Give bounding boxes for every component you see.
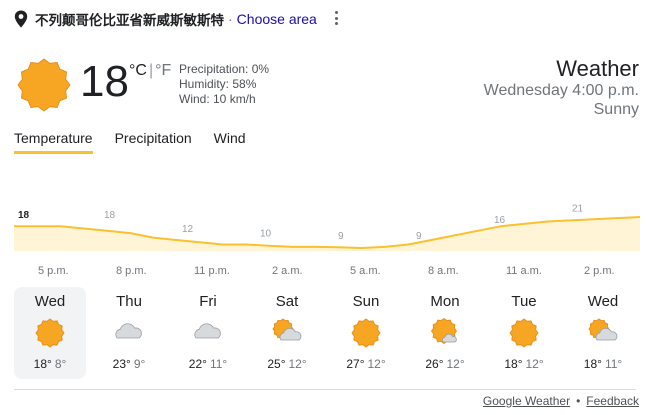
hour-label: 5 a.m. xyxy=(350,265,381,277)
more-options-icon[interactable] xyxy=(330,11,342,27)
day-temperatures: 22° 11° xyxy=(172,357,244,371)
tab-bar: Temperature Precipitation Wind xyxy=(14,130,268,154)
hour-label: 11 p.m. xyxy=(194,265,230,277)
day-card-sat[interactable]: Sat 25° 12° xyxy=(251,287,323,379)
low-temp: 12° xyxy=(288,357,307,371)
footer-divider xyxy=(14,389,636,390)
day-card-mon[interactable]: Mon 26° 12° xyxy=(409,287,481,379)
weather-title: Weather xyxy=(556,56,639,81)
hour-label: 5 p.m. xyxy=(38,265,69,277)
fahrenheit-unit[interactable]: °F xyxy=(155,62,171,79)
day-name: Tue xyxy=(511,293,537,310)
day-temperatures: 23° 9° xyxy=(93,357,165,371)
weather-details: Precipitation: 0% Humidity: 58% Wind: 10… xyxy=(179,62,269,107)
day-name: Sun xyxy=(352,293,380,310)
precipitation-text: Precipitation: 0% xyxy=(179,62,270,76)
temperature-label: 10 xyxy=(260,229,272,240)
hour-label: 2 a.m. xyxy=(272,265,303,277)
temperature-label: 16 xyxy=(494,215,506,226)
cloud-icon xyxy=(194,323,221,339)
unit-toggle: °C | °F xyxy=(129,62,171,80)
low-temp: 12° xyxy=(367,357,386,371)
day-card-tue[interactable]: Tue 18° 12° xyxy=(488,287,560,379)
sun-small-cloud-icon xyxy=(431,318,457,344)
day-card-wed[interactable]: Wed 18° 8° xyxy=(14,287,86,379)
day-temperatures: 26° 12° xyxy=(409,357,481,371)
current-temperature: 18 xyxy=(80,57,129,106)
sun-icon xyxy=(17,58,71,112)
high-temp: 22° xyxy=(188,357,207,371)
low-temp: 8° xyxy=(54,357,67,371)
low-temp: 11° xyxy=(604,357,623,371)
temperature-label: 12 xyxy=(182,224,194,235)
high-temp: 18° xyxy=(33,357,52,371)
hour-label: 8 p.m. xyxy=(116,265,147,277)
footer: Google Weather • Feedback xyxy=(483,394,639,408)
location-name: 不列颠哥伦比亚省新威斯敏斯特 xyxy=(35,13,224,29)
daily-forecast: Wed 18° 8° Thu 23° 9° Fri 22° 11° Sat 25° 12° Sun 27°… xyxy=(14,287,646,379)
high-temp: 26° xyxy=(425,357,444,371)
location-row: 不列颠哥伦比亚省新威斯敏斯特 · Choose area xyxy=(14,9,317,29)
high-temp: 23° xyxy=(112,357,131,371)
unit-separator: | xyxy=(148,62,154,79)
high-temp: 18° xyxy=(504,357,523,371)
feedback-link[interactable]: Feedback xyxy=(586,394,639,408)
day-card-wed-next[interactable]: Wed 18° 11° xyxy=(567,287,639,379)
day-temperatures: 18° 12° xyxy=(488,357,560,371)
location-separator: · xyxy=(228,11,233,27)
high-temp: 25° xyxy=(267,357,286,371)
hour-label: 2 p.m. xyxy=(584,265,615,277)
google-weather-link[interactable]: Google Weather xyxy=(483,394,570,408)
weather-time: Wednesday 4:00 p.m. xyxy=(483,82,639,99)
day-temperatures: 27° 12° xyxy=(330,357,402,371)
temperature-label: 18 xyxy=(104,210,116,221)
low-temp: 12° xyxy=(525,357,544,371)
choose-area-link[interactable]: Choose area xyxy=(237,11,317,27)
cloud-icon xyxy=(115,323,142,339)
tab-wind[interactable]: Wind xyxy=(214,130,246,154)
weather-condition: Sunny xyxy=(593,101,639,118)
low-temp: 9° xyxy=(133,357,146,371)
hour-label: 11 a.m. xyxy=(506,265,542,277)
day-name: Wed xyxy=(587,293,619,310)
sun-icon xyxy=(35,318,65,348)
temperature-chart: 18 18 12 10 9 9 16 21 5 p.m. 8 p.m. 11 p.m. 2 a.m. 5… xyxy=(14,203,640,277)
low-temp: 11° xyxy=(209,357,228,371)
partly-cloudy-icon xyxy=(588,318,618,341)
humidity-text: Humidity: 58% xyxy=(179,77,257,91)
day-card-sun[interactable]: Sun 27° 12° xyxy=(330,287,402,379)
tab-precipitation[interactable]: Precipitation xyxy=(115,130,192,154)
day-temperatures: 18° 11° xyxy=(567,357,639,371)
day-name: Sat xyxy=(275,293,299,310)
temperature-label: 9 xyxy=(416,231,422,242)
temperature-label: 18 xyxy=(18,210,30,221)
high-temp: 27° xyxy=(346,357,365,371)
day-name: Thu xyxy=(116,293,142,310)
location-pin-icon xyxy=(14,10,28,28)
day-temperatures: 25° 12° xyxy=(251,357,323,371)
day-card-fri[interactable]: Fri 22° 11° xyxy=(172,287,244,379)
sun-icon xyxy=(351,318,381,348)
day-name: Mon xyxy=(430,293,460,310)
day-name: Fri xyxy=(199,293,217,310)
wind-text: Wind: 10 km/h xyxy=(179,92,256,106)
partly-cloudy-icon xyxy=(272,318,302,341)
day-card-thu[interactable]: Thu 23° 9° xyxy=(93,287,165,379)
footer-separator: • xyxy=(576,394,581,408)
sun-icon xyxy=(509,318,539,348)
hour-label: 8 a.m. xyxy=(428,265,459,277)
high-temp: 18° xyxy=(583,357,602,371)
low-temp: 12° xyxy=(446,357,465,371)
day-name: Wed xyxy=(34,293,66,310)
temperature-label: 21 xyxy=(572,203,584,214)
day-temperatures: 18° 8° xyxy=(14,357,86,371)
celsius-unit[interactable]: °C xyxy=(129,62,147,79)
tab-temperature[interactable]: Temperature xyxy=(14,130,93,154)
temperature-label: 9 xyxy=(338,231,344,242)
